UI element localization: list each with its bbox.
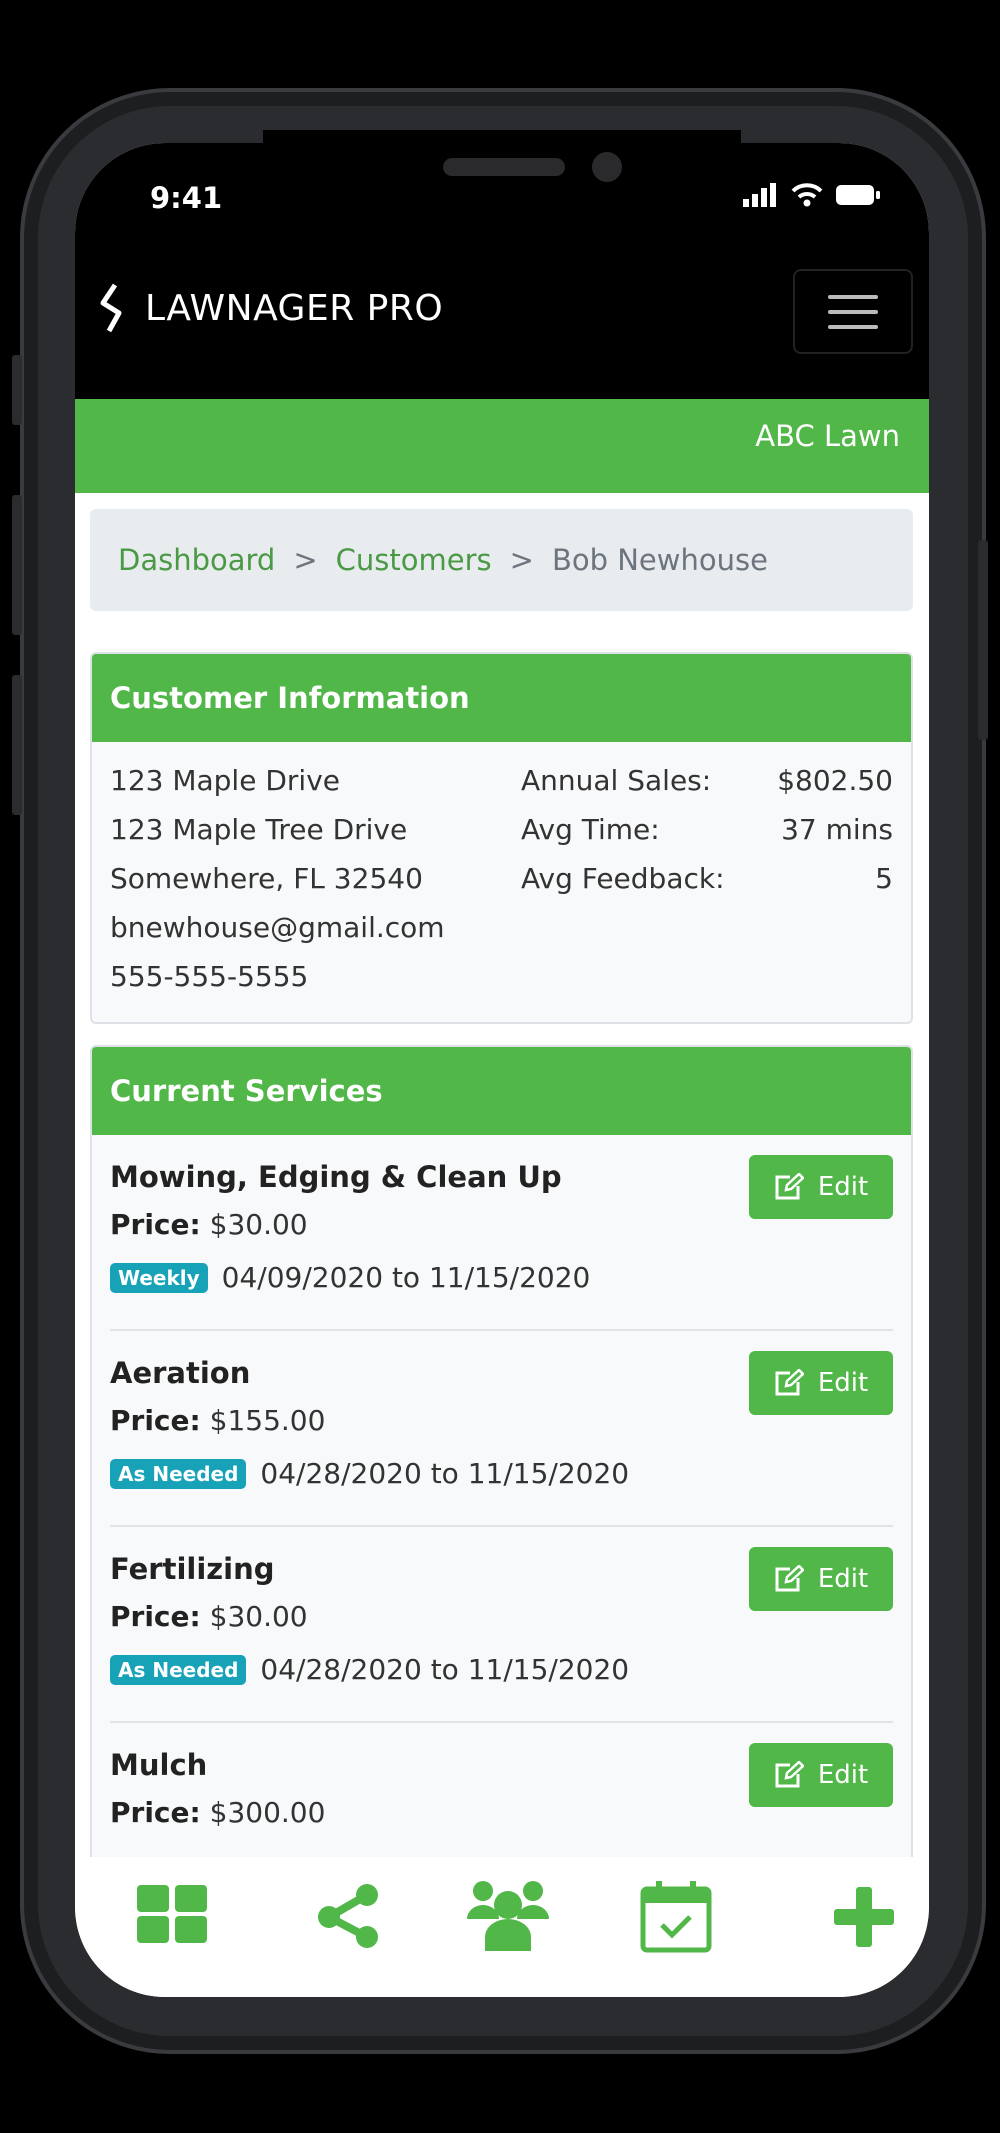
- frequency-badge: As Needed: [110, 1654, 247, 1685]
- edit-label: Edit: [817, 1760, 869, 1790]
- price-label: Price:: [110, 1600, 201, 1633]
- phone-side-button: [12, 355, 22, 425]
- users-icon[interactable]: [467, 1877, 549, 1951]
- price-value: $300.00: [209, 1796, 326, 1829]
- address-city: Somewhere, FL 32540: [110, 862, 423, 895]
- edit-label: Edit: [817, 1172, 869, 1202]
- customer-phone[interactable]: 555-555-5555: [110, 952, 445, 1001]
- stat-value: 37 mins: [781, 813, 893, 846]
- phone-side-button: [978, 540, 988, 740]
- phone-speaker: [443, 158, 565, 176]
- phone-side-button: [12, 675, 22, 815]
- edit-service-button[interactable]: Edit: [749, 1155, 893, 1219]
- company-name: ABC Lawn: [755, 419, 900, 453]
- breadcrumb-separator: >: [293, 543, 318, 577]
- bottom-nav: [75, 1857, 929, 1997]
- edit-label: Edit: [817, 1368, 869, 1398]
- stat-label: Annual Sales:: [521, 764, 712, 797]
- plus-icon[interactable]: [834, 1887, 894, 1947]
- dashboard-grid-icon[interactable]: [135, 1883, 211, 1945]
- phone-side-button: [12, 495, 22, 635]
- app-logo[interactable]: LAWNAGER PRO: [97, 283, 443, 333]
- service-schedule: Weekly 04/09/2020 to 11/15/2020: [110, 1261, 893, 1294]
- service-dates: 04/28/2020 to 11/15/2020: [260, 1653, 630, 1686]
- phone-camera: [592, 152, 622, 182]
- address-line-2: 123 Maple Tree Drive: [110, 813, 408, 846]
- calendar-check-icon[interactable]: [640, 1879, 712, 1953]
- price-value: $30.00: [209, 1208, 308, 1241]
- customer-stats: Annual Sales: $802.50 Avg Time: 37 mins Av…: [521, 756, 893, 1001]
- service-schedule: As Needed 04/28/2020 to 11/15/2020: [110, 1653, 893, 1686]
- lawnager-logo-icon: [100, 283, 122, 333]
- share-icon[interactable]: [315, 1883, 383, 1949]
- edit-icon: [775, 1761, 804, 1788]
- stat-value: 5: [875, 862, 893, 895]
- menu-toggle-button[interactable]: [793, 269, 913, 354]
- customer-info-card: Customer Information 123 Maple Drive 123…: [90, 652, 913, 1024]
- service-item: Fertilizing Price: $30.00 As Needed 04/28…: [110, 1527, 893, 1723]
- breadcrumb-dashboard[interactable]: Dashboard: [118, 543, 275, 577]
- price-label: Price:: [110, 1796, 201, 1829]
- breadcrumb-current: Bob Newhouse: [551, 543, 768, 577]
- customer-email[interactable]: bnewhouse@gmail.com: [110, 903, 445, 952]
- frequency-badge: As Needed: [110, 1458, 247, 1489]
- current-services-title: Current Services: [92, 1047, 911, 1135]
- edit-service-button[interactable]: Edit: [749, 1743, 893, 1807]
- service-item: Aeration Price: $155.00 As Needed 04/28/2…: [110, 1331, 893, 1527]
- edit-icon: [775, 1565, 804, 1592]
- current-services-card: Current Services Mowing, Edging & Clean …: [90, 1045, 913, 1997]
- company-bar: ABC Lawn: [75, 399, 929, 493]
- price-value: $30.00: [209, 1600, 308, 1633]
- frequency-badge: Weekly: [110, 1262, 208, 1293]
- service-dates: 04/28/2020 to 11/15/2020: [260, 1457, 630, 1490]
- breadcrumb-separator: >: [509, 543, 534, 577]
- customer-contact: 123 Maple Drive 123 Maple Tree Drive Som…: [110, 756, 445, 1001]
- stat-label: Avg Time:: [521, 813, 660, 846]
- edit-icon: [775, 1369, 804, 1396]
- service-schedule: As Needed 04/28/2020 to 11/15/2020: [110, 1457, 893, 1490]
- edit-service-button[interactable]: Edit: [749, 1351, 893, 1415]
- signal-icon: [743, 183, 776, 207]
- customer-info-title: Customer Information: [92, 654, 911, 742]
- status-icons: [743, 183, 881, 207]
- breadcrumb-customers[interactable]: Customers: [336, 543, 492, 577]
- edit-icon: [775, 1173, 804, 1200]
- stat-value: $802.50: [777, 764, 893, 797]
- status-time: 9:41: [150, 181, 223, 215]
- price-label: Price:: [110, 1208, 201, 1241]
- address-line-1: 123 Maple Drive: [110, 764, 340, 797]
- price-label: Price:: [110, 1404, 201, 1437]
- edit-service-button[interactable]: Edit: [749, 1547, 893, 1611]
- service-dates: 04/09/2020 to 11/15/2020: [221, 1261, 591, 1294]
- phone-screen: 9:41 LAWNAGER PRO ABC Lawn Dashboard > C…: [75, 143, 929, 1997]
- breadcrumb: Dashboard > Customers > Bob Newhouse: [90, 509, 913, 611]
- price-value: $155.00: [209, 1404, 326, 1437]
- stat-label: Avg Feedback:: [521, 862, 725, 895]
- service-item: Mowing, Edging & Clean Up Price: $30.00 …: [110, 1135, 893, 1331]
- wifi-icon: [791, 183, 823, 207]
- battery-icon: [836, 185, 880, 205]
- app-name: LAWNAGER PRO: [145, 287, 444, 329]
- edit-label: Edit: [817, 1564, 869, 1594]
